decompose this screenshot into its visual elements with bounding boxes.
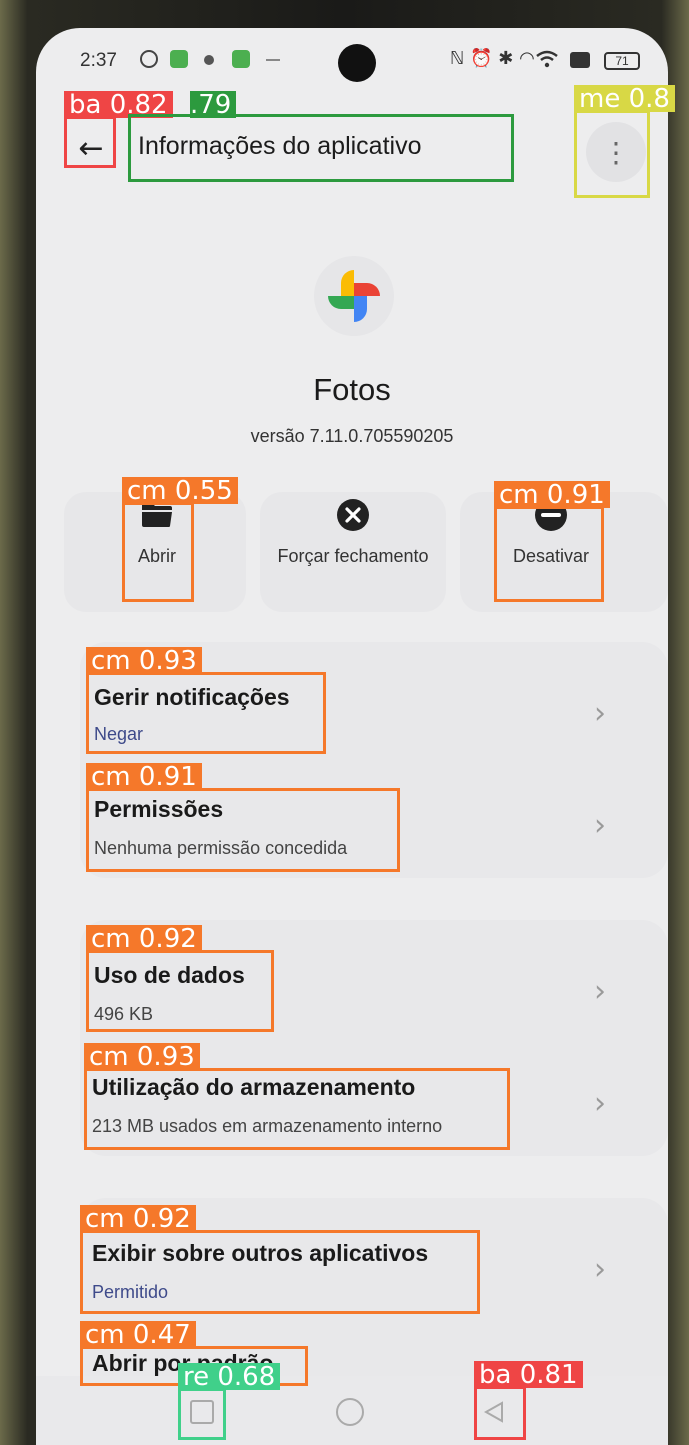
- detection-box: [574, 110, 650, 198]
- detection-label: cm 0.47: [80, 1321, 196, 1348]
- chevron-right-icon: ›: [594, 696, 606, 731]
- status-app-icon: [204, 55, 214, 65]
- chevron-right-icon: ›: [594, 1252, 606, 1287]
- chevron-right-icon: ›: [594, 808, 606, 843]
- detection-box: [64, 116, 116, 168]
- detection-label: cm 0.92: [86, 925, 202, 952]
- detection-label: .79: [190, 91, 237, 118]
- detection-box: [86, 672, 326, 754]
- detection-box: [84, 1068, 510, 1150]
- status-right-icons: ℕ ⏰ ✱ ◠: [450, 48, 535, 69]
- detection-box: [122, 502, 194, 602]
- battery-indicator: 71: [604, 52, 640, 70]
- detection-box: [80, 1230, 480, 1314]
- status-app-icon: [140, 50, 158, 68]
- app-name: Fotos: [313, 372, 391, 407]
- detection-label: ba 0.81: [474, 1361, 583, 1388]
- detection-label: cm 0.91: [494, 481, 610, 508]
- detection-box: [178, 1388, 226, 1440]
- detection-box: [494, 506, 604, 602]
- status-app-icon: [232, 50, 250, 68]
- detection-box: [86, 788, 400, 872]
- status-dash-icon: [266, 59, 280, 61]
- close-circle-icon: [336, 498, 370, 532]
- status-time: 2:37: [80, 50, 117, 71]
- detection-label: cm 0.91: [86, 763, 202, 790]
- detection-label: cm 0.55: [122, 477, 238, 504]
- sim-icon: [570, 52, 590, 68]
- front-camera: [338, 44, 376, 82]
- detection-box: [128, 114, 514, 182]
- force-stop-button[interactable]: Forçar fechamento: [258, 498, 448, 567]
- detection-label: me 0.8: [574, 85, 675, 112]
- wifi-icon: [536, 50, 558, 68]
- detection-label: cm 0.92: [80, 1205, 196, 1232]
- detection-box: [86, 950, 274, 1032]
- app-version: versão 7.11.0.705590205: [250, 426, 454, 446]
- google-photos-pinwheel-icon: [328, 270, 380, 322]
- detection-label: cm 0.93: [84, 1043, 200, 1070]
- chevron-right-icon: ›: [594, 974, 606, 1009]
- app-icon: [314, 256, 394, 336]
- force-stop-label: Forçar fechamento: [277, 546, 429, 566]
- status-app-icon: [170, 50, 188, 68]
- detection-label: cm 0.93: [86, 647, 202, 674]
- detection-label: re 0.68: [178, 1363, 281, 1390]
- home-button[interactable]: [336, 1398, 364, 1426]
- chevron-right-icon: ›: [594, 1086, 606, 1121]
- detection-box: [474, 1386, 526, 1440]
